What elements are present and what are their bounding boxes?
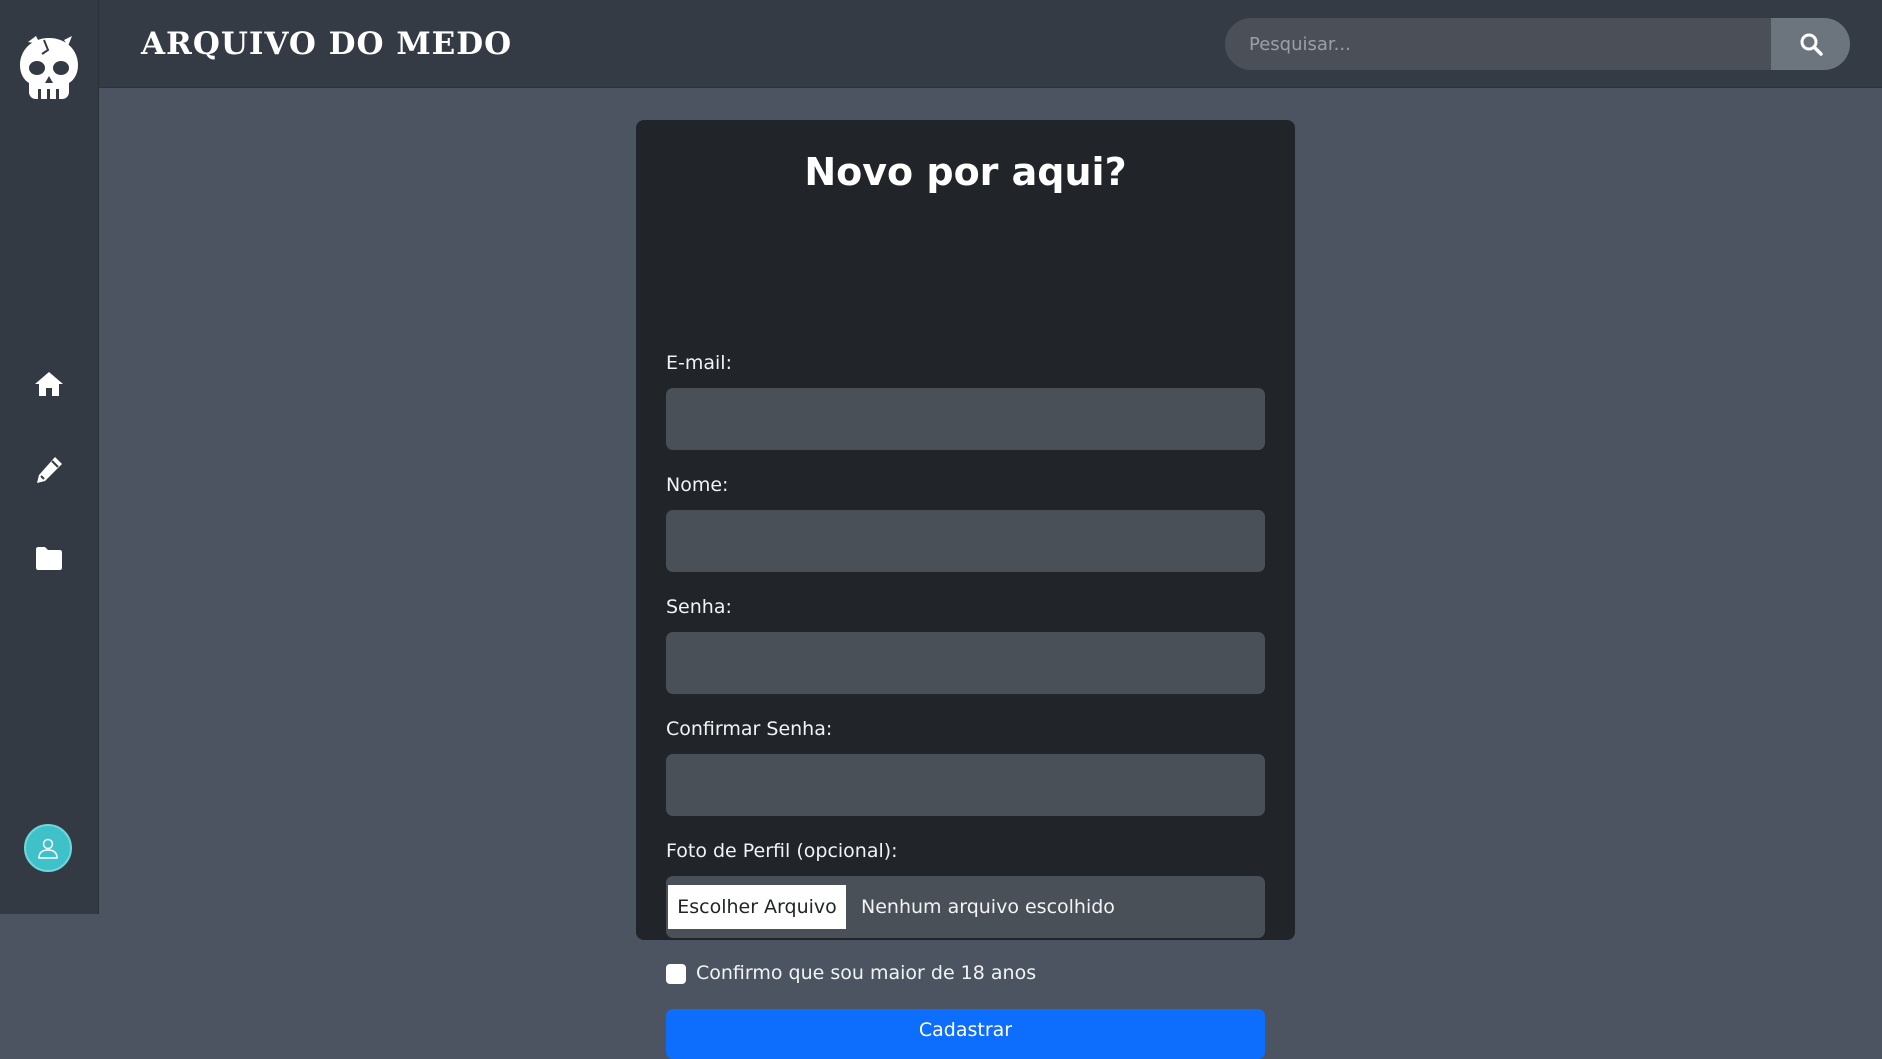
- choose-file-button[interactable]: Escolher Arquivo: [668, 885, 846, 929]
- sidebar-item-files[interactable]: [33, 542, 65, 574]
- home-icon: [35, 372, 63, 396]
- file-status-text: Nenhum arquivo escolhido: [861, 896, 1115, 918]
- confirm-password-label: Confirmar Senha:: [666, 718, 833, 740]
- folder-icon: [36, 547, 62, 570]
- confirm-password-field[interactable]: [666, 754, 1265, 816]
- user-avatar[interactable]: [24, 824, 72, 872]
- email-field[interactable]: [666, 388, 1265, 450]
- email-label: E-mail:: [666, 352, 732, 374]
- age-confirm-label[interactable]: Confirmo que sou maior de 18 anos: [696, 962, 1036, 984]
- pencil-icon: [37, 457, 62, 483]
- name-label: Nome:: [666, 474, 729, 496]
- sidebar: [0, 0, 99, 914]
- search-icon: [1800, 33, 1823, 56]
- password-field[interactable]: [666, 632, 1265, 694]
- brand-title[interactable]: ARQUIVO DO MEDO: [141, 26, 512, 62]
- search-input[interactable]: [1225, 18, 1771, 70]
- search-button[interactable]: [1771, 18, 1850, 70]
- user-icon: [38, 838, 58, 859]
- search-bar: [1225, 18, 1850, 70]
- sidebar-item-home[interactable]: [33, 368, 65, 400]
- sidebar-item-write[interactable]: [33, 454, 65, 486]
- profile-photo-label: Foto de Perfil (opcional):: [666, 840, 898, 862]
- name-field[interactable]: [666, 510, 1265, 572]
- age-confirm-checkbox[interactable]: [666, 964, 686, 984]
- skull-logo-icon[interactable]: [14, 34, 84, 104]
- profile-photo-input[interactable]: Escolher Arquivo Nenhum arquivo escolhid…: [666, 876, 1265, 938]
- form-title: Novo por aqui?: [804, 150, 1127, 194]
- submit-button[interactable]: Cadastrar: [666, 1009, 1265, 1059]
- top-navbar: ARQUIVO DO MEDO: [99, 0, 1882, 88]
- signup-card: Novo por aqui? E-mail: Nome: Senha: Conf…: [636, 120, 1295, 1059]
- password-label: Senha:: [666, 596, 732, 618]
